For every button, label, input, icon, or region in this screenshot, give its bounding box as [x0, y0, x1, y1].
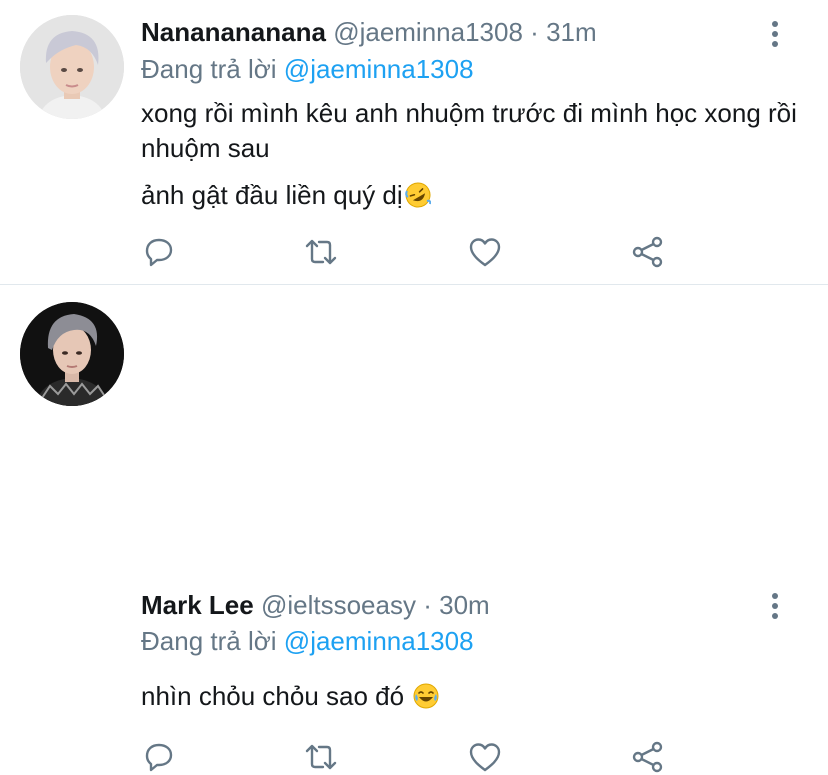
tweet-actions: [141, 234, 681, 270]
retweet-icon[interactable]: [303, 739, 339, 775]
tweet-text: nhìn chỏu chỏu sao đó: [141, 679, 439, 714]
timestamp[interactable]: 30m: [439, 590, 490, 620]
user-handle[interactable]: @jaeminna1308: [333, 17, 523, 47]
more-options-icon[interactable]: [770, 593, 780, 619]
separator: ·: [530, 17, 539, 47]
reply-icon[interactable]: [141, 739, 177, 775]
replying-to-label: Đang trả lời: [141, 626, 277, 656]
avatar-image: [20, 302, 124, 406]
heart-icon[interactable]: [467, 234, 503, 270]
more-options-icon[interactable]: [770, 21, 780, 47]
heart-icon[interactable]: [467, 739, 503, 775]
separator: ·: [423, 590, 432, 620]
share-icon[interactable]: [630, 234, 666, 270]
retweet-icon[interactable]: [303, 234, 339, 270]
avatar[interactable]: [20, 15, 124, 119]
tweet-actions: [141, 739, 681, 775]
replying-to-label: Đang trả lời: [141, 54, 277, 84]
display-name[interactable]: Nananananana: [141, 17, 326, 47]
reply-icon[interactable]: [141, 234, 177, 270]
avatar-image: [20, 15, 124, 119]
replying-to: Đang trả lời @jaeminna1308: [141, 52, 474, 86]
tears-of-joy-icon: [413, 683, 439, 709]
tweet-1[interactable]: Nananananana @jaeminna1308 · 31m Đang tr…: [0, 0, 828, 284]
replying-to: Đang trả lời @jaeminna1308: [141, 624, 474, 658]
reply-mention-link[interactable]: @jaeminna1308: [284, 626, 474, 656]
reply-mention-link[interactable]: @jaeminna1308: [284, 54, 474, 84]
display-name[interactable]: Mark Lee: [141, 590, 254, 620]
tweet-header: Mark Lee @ieltssoeasy · 30m: [141, 587, 490, 623]
tweet-header: Nananananana @jaeminna1308 · 31m: [141, 14, 597, 50]
share-icon[interactable]: [630, 739, 666, 775]
tweet-text: xong rồi mình kêu anh nhuộm trước đi mìn…: [141, 96, 801, 213]
timestamp[interactable]: 31m: [546, 17, 597, 47]
tweet-2[interactable]: Mark Lee @ieltssoeasy · 30m Đang trả lời…: [0, 284, 828, 773]
tweet-text-line: ảnh gật đầu liền quý dị: [141, 178, 801, 213]
tweet-text-line: xong rồi mình kêu anh nhuộm trước đi mìn…: [141, 98, 797, 163]
user-handle[interactable]: @ieltssoeasy: [261, 590, 416, 620]
tweet-text-line: nhìn chỏu chỏu sao đó: [141, 679, 439, 714]
avatar[interactable]: [20, 302, 124, 406]
rolling-on-floor-laughing-icon: [404, 182, 431, 208]
